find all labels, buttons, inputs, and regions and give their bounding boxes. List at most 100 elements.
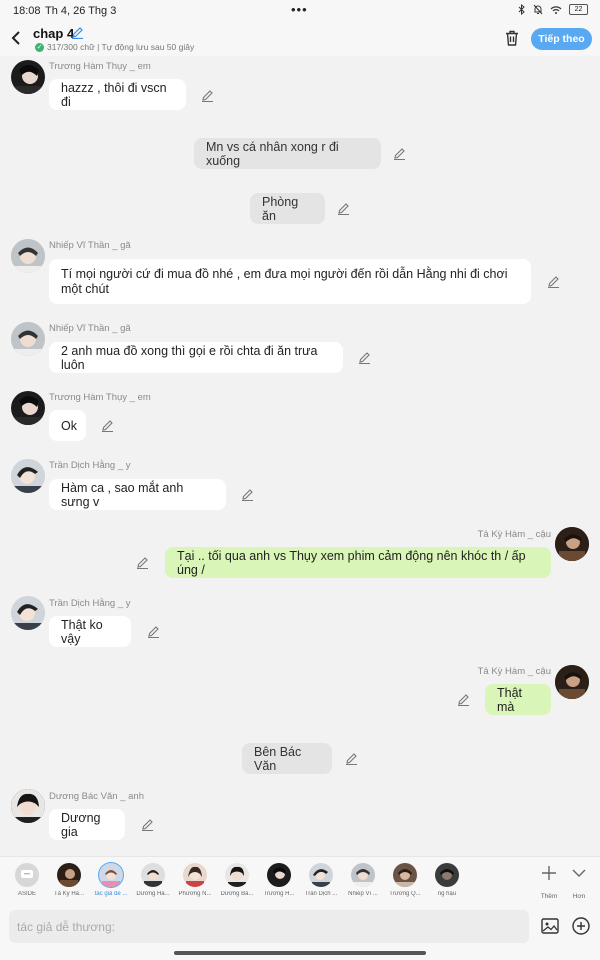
character-aside[interactable]: ASIDE (9, 863, 45, 897)
edit-message-icon[interactable] (393, 147, 406, 160)
aside-icon (15, 863, 39, 887)
speaker-name: Tả Kỳ Hàm _ cậu (477, 666, 551, 677)
edit-message-icon[interactable] (101, 419, 114, 432)
speaker-name: Trần Dịch Hằng _ y (49, 598, 131, 609)
add-character-button[interactable]: Thêm (536, 865, 562, 900)
character-ta-ky-ham[interactable]: Tả Kỳ Hà... (51, 863, 87, 897)
pencil-icon (72, 27, 83, 40)
chevron-down-icon (566, 865, 592, 885)
avatar-truong-ham-thuy[interactable] (11, 60, 45, 94)
character-avatar (99, 863, 123, 887)
character-avatar (57, 863, 81, 887)
speaker-name: Dương Bác Văn _ anh (49, 791, 144, 802)
character-avatar (267, 863, 291, 887)
character-avatar (225, 863, 249, 887)
speaker-name: Nhiếp Vĩ Thần _ gã (49, 240, 131, 251)
character-label: Trương Q... (389, 891, 421, 897)
avatar-nhiep-vi-than[interactable] (11, 322, 45, 356)
avatar-ta-ky-ham[interactable] (555, 665, 589, 699)
back-button[interactable] (10, 30, 24, 46)
character-author[interactable]: tác giả dễ ... (93, 863, 129, 897)
bluetooth-icon (518, 4, 525, 15)
edit-message-icon[interactable] (241, 488, 254, 501)
character-avatar (393, 863, 417, 887)
message-bubble[interactable]: hazzz , thôi đi vscn đi (49, 79, 186, 110)
speaker-name: Trương Hàm Thụy _ em (49, 61, 151, 72)
status-time: 18:08 (13, 5, 41, 17)
home-indicator[interactable] (174, 951, 426, 955)
avatar-duong-bac-van[interactable] (11, 789, 45, 823)
word-count-autosave: ✓ 317/300 chữ | Tự động lưu sau 50 giây (35, 42, 194, 52)
delete-button[interactable] (503, 29, 521, 47)
edit-message-icon[interactable] (547, 275, 560, 288)
character-label: tác giả dễ ... (94, 891, 128, 897)
status-icons: 22 (518, 4, 588, 15)
check-icon: ✓ (35, 42, 44, 52)
narration-bubble[interactable]: Mn vs cá nhân xong r đi xuống (194, 138, 381, 169)
avatar-truong-ham-thuy[interactable] (11, 391, 45, 425)
character-label: Tả Kỳ Hà... (53, 891, 84, 897)
edit-message-icon[interactable] (147, 625, 160, 638)
edit-message-icon[interactable] (457, 693, 470, 706)
input-bar (0, 905, 600, 960)
message-bubble[interactable]: Dương gia (49, 809, 125, 840)
edit-title-button[interactable] (71, 26, 84, 42)
edit-message-icon[interactable] (345, 752, 358, 765)
plus-circle-icon (572, 917, 590, 935)
chevron-left-icon (11, 31, 20, 45)
trash-icon (506, 30, 518, 46)
insert-image-button[interactable] (540, 916, 560, 936)
narration-bubble[interactable]: Phòng ăn (250, 193, 325, 224)
character-truong-h[interactable]: Trương H... (261, 863, 297, 897)
character-label: Dương Bá... (220, 891, 254, 897)
edit-message-icon[interactable] (337, 202, 350, 215)
chapter-title: chap 4 (33, 26, 75, 41)
status-date: Th 4, 26 Thg 3 (45, 5, 117, 17)
edit-message-icon[interactable] (136, 556, 149, 569)
message-input[interactable] (9, 910, 529, 943)
character-label: Trần Dịch ... (304, 891, 338, 897)
character-selector: ASIDE Tả Kỳ Hà... tác giả dễ ... Dương H… (0, 856, 600, 905)
autosave-text: 317/300 chữ | Tự động lưu sau 50 giây (47, 42, 195, 52)
edit-message-icon[interactable] (201, 89, 214, 102)
character-label: ASIDE (17, 891, 36, 897)
character-avatar (435, 863, 459, 887)
message-bubble[interactable]: Thật mà (485, 684, 551, 715)
character-duong-ham[interactable]: Dương Há... (135, 863, 171, 897)
character-label: ng hậu (437, 891, 457, 897)
edit-message-icon[interactable] (358, 351, 371, 364)
avatar-tran-dich-hang[interactable] (11, 596, 45, 630)
speaker-name: Trương Hàm Thụy _ em (49, 392, 151, 403)
message-bubble[interactable]: Thật ko vậy (49, 616, 131, 647)
next-button[interactable]: Tiếp theo (531, 28, 592, 50)
chat-area[interactable]: Trương Hàm Thụy _ em hazzz , thôi đi vsc… (0, 56, 600, 856)
character-label: Nhiếp Vĩ ... (348, 891, 378, 897)
character-ng-hau[interactable]: ng hậu (429, 863, 465, 897)
avatar-tran-dich-hang[interactable] (11, 459, 45, 493)
character-avatar (141, 863, 165, 887)
edit-message-icon[interactable] (141, 818, 154, 831)
expand-button[interactable]: Hơn (566, 865, 592, 900)
character-phuong-n[interactable]: Phương N... (177, 863, 213, 897)
message-bubble[interactable]: Tại .. tối qua anh vs Thụy xem phim cảm … (165, 547, 551, 578)
status-bar: 18:08 Th 4, 26 Thg 3 ••• 22 (0, 0, 600, 22)
add-button[interactable] (571, 916, 591, 936)
message-bubble[interactable]: 2 anh mua đồ xong thì gọi e rồi chta đi … (49, 342, 343, 373)
editor-header: chap 4 ✓ 317/300 chữ | Tự động lưu sau 5… (0, 22, 600, 56)
battery-icon: 22 (569, 4, 588, 15)
avatar-nhiep-vi-than[interactable] (11, 239, 45, 273)
multitask-dots[interactable]: ••• (291, 2, 308, 17)
wifi-icon (550, 5, 562, 14)
narration-bubble[interactable]: Bên Bác Văn (242, 743, 332, 774)
character-truong-q[interactable]: Trương Q... (387, 863, 423, 897)
message-bubble[interactable]: Tí mọi người cứ đi mua đồ nhé , em đưa m… (49, 259, 531, 304)
message-bubble[interactable]: Ok (49, 410, 86, 441)
character-nhiep-vi[interactable]: Nhiếp Vĩ ... (345, 863, 381, 897)
avatar-ta-ky-ham[interactable] (555, 527, 589, 561)
message-bubble[interactable]: Hàm ca , sao mắt anh sưng v (49, 479, 226, 510)
character-duong-ba[interactable]: Dương Bá... (219, 863, 255, 897)
expand-label: Hơn (572, 893, 586, 900)
speaker-name: Trần Dịch Hằng _ y (49, 460, 131, 471)
character-label: Dương Há... (136, 891, 170, 897)
character-tran-dich[interactable]: Trần Dịch ... (303, 863, 339, 897)
